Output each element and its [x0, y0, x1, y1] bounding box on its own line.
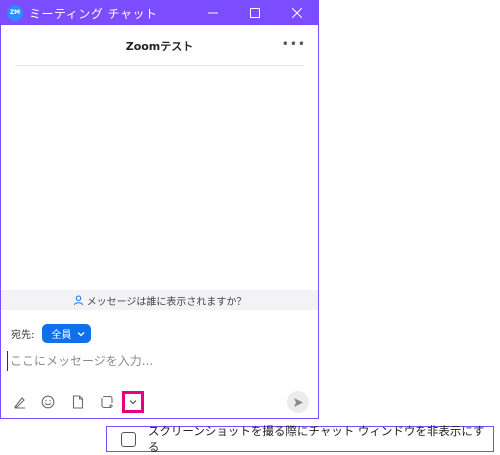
recipient-row: 宛先: 全員 [11, 324, 92, 343]
close-button[interactable] [276, 1, 318, 25]
minimize-icon [208, 12, 218, 14]
chat-title: Zoomテスト [125, 40, 194, 53]
window-title: ミーティング チャット [29, 6, 158, 21]
ellipsis-icon[interactable]: ••• [282, 37, 306, 51]
screenshot-icon[interactable] [98, 393, 116, 411]
divider [15, 65, 304, 66]
recipient-dropdown[interactable]: 全員 [42, 324, 92, 343]
maximize-icon [250, 8, 260, 18]
format-icon[interactable] [11, 393, 29, 411]
hide-window-on-screenshot-option[interactable]: スクリーンショットを撮る際にチャット ウィンドウを非表示にする [106, 424, 494, 454]
close-icon [292, 8, 302, 18]
window-controls [192, 1, 318, 25]
person-icon [73, 295, 84, 306]
file-icon[interactable] [69, 393, 87, 411]
send-button[interactable] [287, 391, 309, 413]
emoji-icon[interactable] [39, 393, 57, 411]
composer-toolbar [9, 391, 309, 413]
maximize-button[interactable] [234, 1, 276, 25]
title-bar[interactable]: ZM ミーティング チャット [1, 1, 318, 25]
chat-header: Zoomテスト ••• [1, 25, 318, 67]
recipient-value: 全員 [51, 330, 72, 341]
privacy-notice-text: メッセージは誰に表示されますか？ [86, 296, 247, 308]
minimize-button[interactable] [192, 1, 234, 25]
zoom-logo-icon: ZM [7, 5, 23, 21]
more-options-button[interactable] [122, 391, 144, 413]
chevron-down-icon [77, 331, 85, 337]
message-input[interactable] [7, 351, 307, 371]
privacy-notice[interactable]: メッセージは誰に表示されますか？ [1, 290, 318, 310]
recipient-label: 宛先: [11, 330, 35, 341]
send-icon [293, 397, 303, 407]
chevron-down-icon [129, 400, 137, 405]
hide-window-label: スクリーンショットを撮る際にチャット ウィンドウを非表示にする [147, 424, 485, 454]
hide-window-checkbox[interactable] [121, 431, 136, 447]
chat-window: ZM ミーティング チャット Zoomテスト ••• メッセージは誰に表示されま [0, 0, 319, 419]
